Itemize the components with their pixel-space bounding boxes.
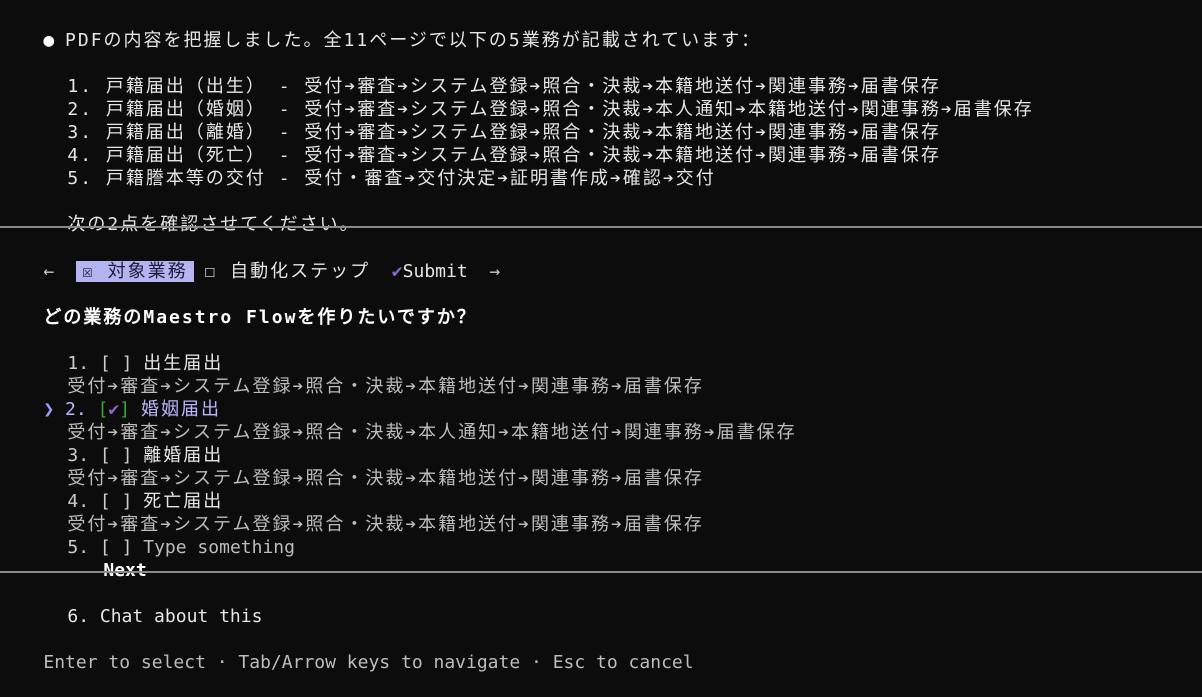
divider-top [0, 226, 1202, 228]
next-arrow-icon[interactable]: → [489, 261, 500, 282]
business-item-3: 3. 戸籍届出（離婚） - 受付➔審査➔システム登録➔照合・決裁➔本籍地送付➔関… [24, 98, 941, 143]
option-2-desc: 受付➔審査➔システム登録➔照合・決裁➔本人通知➔本籍地送付➔関連事務➔届書保存 [24, 398, 797, 443]
business-item-text: 5. 戸籍謄本等の交付 - 受付・審査➔交付決定➔証明書作成➔確認➔交付 [67, 168, 716, 189]
bullet-icon: ● [43, 30, 55, 51]
chat-option[interactable]: 6. Chat about this [24, 582, 262, 627]
tab-target-business[interactable]: ☒ 対象業務 [75, 261, 194, 282]
option-4[interactable]: 4. [ ] 死亡届出 [24, 467, 223, 512]
business-item-2: 2. 戸籍届出（婚姻） - 受付➔審査➔システム登録➔照合・決裁➔本人通知➔本籍… [24, 75, 1034, 120]
option-4-desc: 受付➔審査➔システム登録➔照合・決裁➔本籍地送付➔関連事務➔届書保存 [24, 490, 704, 535]
check-icon: ✔ [391, 261, 403, 282]
option-1-desc: 受付➔審査➔システム登録➔照合・決裁➔本籍地送付➔関連事務➔届書保存 [24, 352, 704, 397]
question-text: どの業務のMaestro Flowを作りたいですか？ [43, 307, 477, 328]
submit-label: Submit [402, 261, 468, 282]
footer-text: Enter to select · Tab/Arrow keys to navi… [43, 652, 694, 673]
confirm-label: 次の2点を確認させてください。 [67, 214, 360, 235]
option-5[interactable]: 5. [ ] Type something [24, 513, 295, 558]
question-title: どの業務のMaestro Flowを作りたいですか？ [0, 283, 477, 328]
chat-label: 6. Chat about this [67, 606, 263, 627]
option-3-desc: 受付➔審査➔システム登録➔照合・決裁➔本籍地送付➔関連事務➔届書保存 [24, 444, 704, 489]
footer-hint: Enter to select · Tab/Arrow keys to navi… [0, 628, 693, 673]
tab-automation-steps[interactable]: ☐ 自動化ステップ [204, 261, 370, 282]
divider-bottom [0, 571, 1202, 573]
tab-bar: ← ☒ 対象業務 ☐ 自動化ステップ ✔Submit → [0, 237, 500, 282]
option-1[interactable]: 1. [ ] 出生届出 [24, 329, 223, 374]
intro-summary: ● PDFの内容を把握しました。全11ページで以下の5業務が記載されています： [0, 6, 761, 51]
summary-text: PDFの内容を把握しました。全11ページで以下の5業務が記載されています： [65, 30, 762, 51]
type-something-input[interactable]: Type something [143, 537, 295, 558]
tab-submit[interactable]: ✔Submit [392, 261, 468, 282]
confirm-text: 次の2点を確認させてください。 [24, 190, 360, 235]
option-3[interactable]: 3. [ ] 離婚届出 [24, 421, 223, 466]
business-item-4: 4. 戸籍届出（死亡） - 受付➔審査➔システム登録➔照合・決裁➔本籍地送付➔関… [24, 121, 941, 166]
terminal-window: ● PDFの内容を把握しました。全11ページで以下の5業務が記載されています： … [0, 0, 1202, 673]
prev-arrow-icon[interactable]: ← [43, 261, 54, 282]
business-item-1: 1. 戸籍届出（出生） - 受付➔審査➔システム登録➔照合・決裁➔本籍地送付➔関… [24, 52, 941, 97]
next-button[interactable]: Next [60, 536, 146, 581]
business-item-5: 5. 戸籍謄本等の交付 - 受付・審査➔交付決定➔証明書作成➔確認➔交付 [24, 144, 716, 189]
option-2[interactable]: ❯ 2. [✔] 婚姻届出 [0, 375, 221, 420]
